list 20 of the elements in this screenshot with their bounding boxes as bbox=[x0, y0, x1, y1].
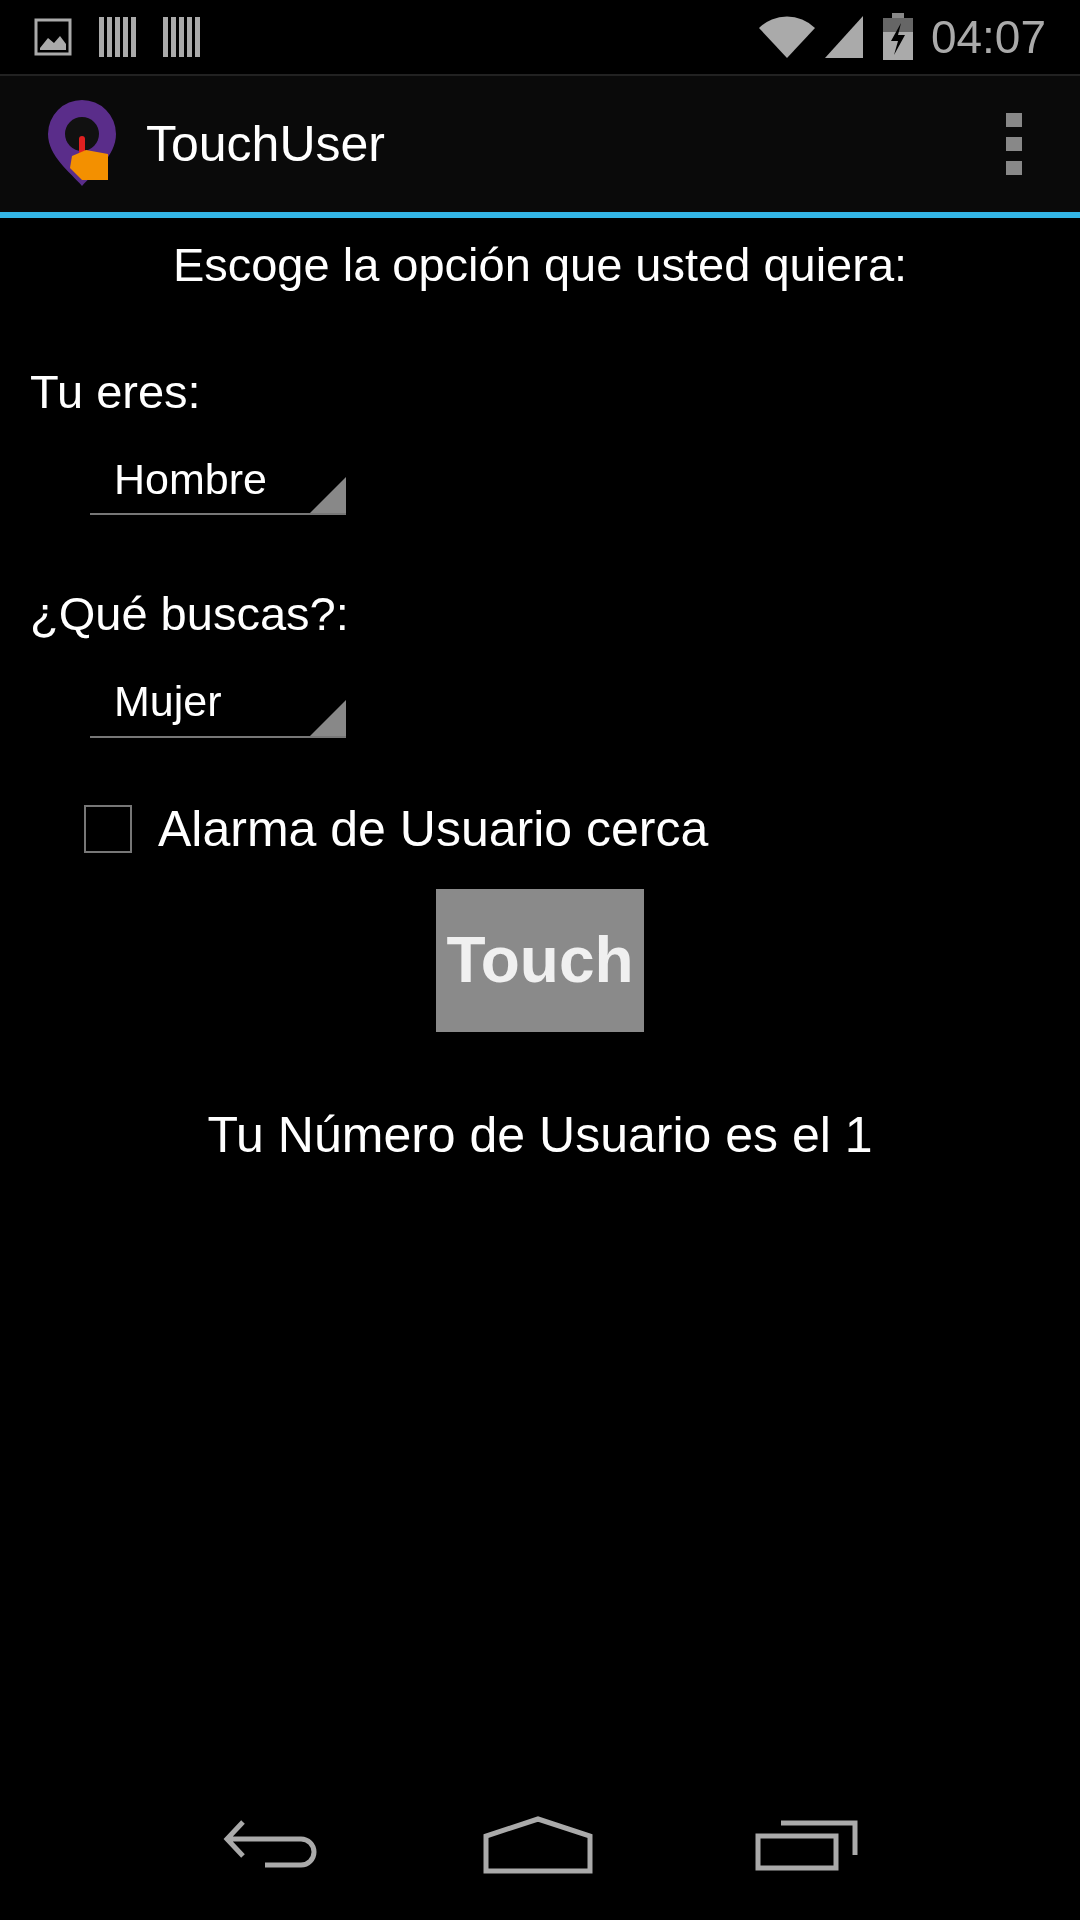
wifi-icon bbox=[756, 14, 817, 60]
app-title: TouchUser bbox=[146, 114, 385, 174]
signal-icon bbox=[822, 14, 865, 60]
battery-charging-icon bbox=[880, 13, 915, 61]
clock-time: 04:07 bbox=[930, 14, 1046, 60]
field-label: ¿Qué buscas?: bbox=[29, 586, 350, 642]
heading-text: Escoge la opción que usted quiera: bbox=[171, 237, 909, 293]
home-icon[interactable] bbox=[483, 1816, 593, 1874]
dropdown-corner-icon bbox=[310, 477, 346, 513]
barcode-notification-icon bbox=[98, 15, 136, 59]
recent-apps-icon[interactable] bbox=[755, 1819, 859, 1871]
dropdown-spinner[interactable]: Mujer bbox=[90, 667, 346, 738]
checkbox-label: Alarma de Usuario cerca bbox=[158, 799, 709, 859]
field-label: Tu eres: bbox=[29, 363, 202, 420]
result-text: Tu Número de Usuario es el 1 bbox=[206, 1105, 874, 1165]
checkbox[interactable] bbox=[84, 805, 132, 853]
image-notification-icon bbox=[34, 18, 72, 56]
barcode-notification-icon bbox=[162, 15, 200, 59]
dropdown-corner-icon bbox=[310, 699, 346, 736]
dropdown-spinner[interactable]: Hombre bbox=[90, 445, 346, 515]
